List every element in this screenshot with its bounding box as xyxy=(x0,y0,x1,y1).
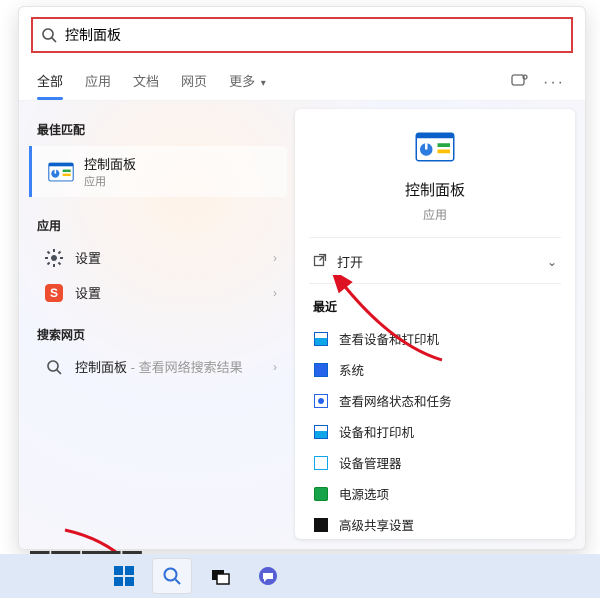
tab-web[interactable]: 网页 xyxy=(179,65,209,100)
recent-item-label: 高级共享设置 xyxy=(339,515,414,534)
best-match-subtitle: 应用 xyxy=(84,173,136,189)
chat-icon xyxy=(257,565,279,587)
tab-all[interactable]: 全部 xyxy=(35,65,65,100)
search-bar-container xyxy=(19,7,585,61)
details-subtitle: 应用 xyxy=(423,206,447,223)
recent-item-network-status[interactable]: 查看网络状态和任务 xyxy=(309,385,561,416)
recent-item-label: 查看设备和打印机 xyxy=(339,329,439,348)
recent-item-label: 系统 xyxy=(339,360,364,379)
recent-label: 最近 xyxy=(309,284,561,323)
windows-logo-icon xyxy=(114,566,134,586)
results-left-column: 最佳匹配 控制面板 应用 应用 xyxy=(29,109,287,539)
chevron-right-icon: › xyxy=(273,251,277,265)
chevron-down-icon[interactable]: ⌄ xyxy=(547,255,557,269)
details-panel: 控制面板 应用 打开 ⌄ 最近 查看设备和打印机 系统 xyxy=(295,109,575,539)
search-icon xyxy=(41,27,57,43)
open-external-icon xyxy=(313,253,327,270)
sharing-icon xyxy=(313,517,329,533)
sogou-icon: S xyxy=(45,284,63,302)
results-content: 最佳匹配 控制面板 应用 应用 xyxy=(19,101,585,549)
details-title: 控制面板 xyxy=(405,179,465,200)
task-view-button[interactable] xyxy=(200,558,240,594)
tab-more[interactable]: 更多 ▾ xyxy=(227,65,268,100)
web-item-label: 控制面板 - 查看网络搜索结果 xyxy=(75,357,243,376)
open-label: 打开 xyxy=(337,252,363,271)
search-bar[interactable] xyxy=(31,17,573,53)
control-panel-icon xyxy=(415,127,455,167)
web-section-header: 搜索网页 xyxy=(29,318,287,349)
app-item-sogou-settings[interactable]: S 设置 › xyxy=(29,275,287,310)
recent-item-label: 查看网络状态和任务 xyxy=(339,391,452,410)
recent-item-power-options[interactable]: 电源选项 xyxy=(309,478,561,509)
best-match-header: 最佳匹配 xyxy=(29,113,287,144)
taskbar[interactable] xyxy=(0,554,600,598)
app-item-label: 设置 xyxy=(75,283,101,302)
recent-item-device-manager[interactable]: 设备管理器 xyxy=(309,447,561,478)
printer-icon xyxy=(313,331,329,347)
battery-icon xyxy=(313,486,329,502)
search-results-window: 全部 应用 文档 网页 更多 ▾ ··· 最佳匹配 xyxy=(18,6,586,550)
gear-icon xyxy=(45,249,63,267)
app-item-label: 设置 xyxy=(75,248,101,267)
printer-icon xyxy=(313,424,329,440)
search-input[interactable] xyxy=(65,27,563,43)
network-icon xyxy=(313,393,329,409)
recent-item-devices-printers[interactable]: 设备和打印机 xyxy=(309,416,561,447)
task-view-icon xyxy=(210,566,230,586)
recent-item-system[interactable]: 系统 xyxy=(309,354,561,385)
web-search-item[interactable]: 控制面板 - 查看网络搜索结果 › xyxy=(29,349,287,384)
chat-button[interactable] xyxy=(248,558,288,594)
account-icon[interactable] xyxy=(511,73,529,92)
search-icon xyxy=(45,358,63,376)
app-item-settings[interactable]: 设置 › xyxy=(29,240,287,275)
recent-item-label: 电源选项 xyxy=(339,484,389,503)
chevron-down-icon: ▾ xyxy=(261,78,266,89)
monitor-icon xyxy=(313,362,329,378)
control-panel-icon xyxy=(48,159,74,185)
chevron-right-icon: › xyxy=(273,360,277,374)
recent-item-label: 设备管理器 xyxy=(339,453,402,472)
search-icon xyxy=(162,566,182,586)
tab-more-label: 更多 xyxy=(229,74,255,89)
chevron-right-icon: › xyxy=(273,286,277,300)
best-match-title: 控制面板 xyxy=(84,154,136,173)
device-manager-icon xyxy=(313,455,329,471)
open-action[interactable]: 打开 ⌄ xyxy=(309,238,561,284)
recent-list: 查看设备和打印机 系统 查看网络状态和任务 设备和打印机 设备管理器 xyxy=(309,323,561,540)
filter-tabs: 全部 应用 文档 网页 更多 ▾ ··· xyxy=(19,61,585,101)
recent-item-label: 设备和打印机 xyxy=(339,422,414,441)
apps-section-header: 应用 xyxy=(29,209,287,240)
more-icon[interactable]: ··· xyxy=(543,74,565,92)
tab-documents[interactable]: 文档 xyxy=(131,65,161,100)
best-match-item[interactable]: 控制面板 应用 xyxy=(29,146,287,197)
recent-item-advanced-sharing[interactable]: 高级共享设置 xyxy=(309,509,561,540)
recent-item-devices-printers-view[interactable]: 查看设备和打印机 xyxy=(309,323,561,354)
tab-apps[interactable]: 应用 xyxy=(83,65,113,100)
search-taskbar-button[interactable] xyxy=(152,558,192,594)
details-header: 控制面板 应用 xyxy=(309,127,561,238)
start-button[interactable] xyxy=(104,558,144,594)
